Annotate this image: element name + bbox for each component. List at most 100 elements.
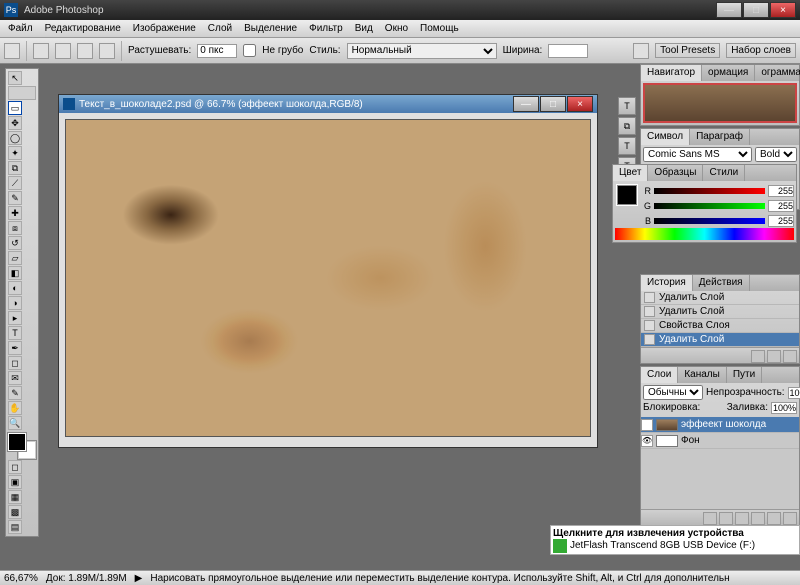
new-doc-icon[interactable]	[767, 350, 781, 363]
jump-icon[interactable]: ▤	[8, 520, 22, 534]
delete-layer-icon[interactable]	[783, 512, 797, 525]
tab-character[interactable]: Символ	[641, 129, 690, 145]
crop-tool-icon[interactable]: ⧉	[8, 161, 22, 175]
layer-item[interactable]: 👁 эффеект шоколда	[641, 417, 799, 433]
minimize-button[interactable]: —	[716, 2, 742, 18]
quickmask-icon[interactable]: ◻	[8, 460, 22, 474]
history-item[interactable]: Удалить Слой	[641, 333, 799, 347]
feather-input[interactable]	[197, 44, 237, 58]
hand-tool-icon[interactable]: ✋	[8, 401, 22, 415]
r-slider[interactable]	[654, 188, 765, 194]
tool-preset-icon[interactable]	[4, 43, 20, 59]
history-item[interactable]: Свойства Слоя	[641, 319, 799, 333]
tab-layers[interactable]: Слои	[641, 367, 678, 383]
menu-help[interactable]: Помощь	[414, 21, 465, 36]
layer-thumbnail[interactable]	[656, 435, 678, 447]
pen-tool-icon[interactable]: ✒	[8, 341, 22, 355]
history-item[interactable]: Удалить Слой	[641, 305, 799, 319]
tab-color[interactable]: Цвет	[613, 165, 648, 181]
zoom-value[interactable]: 66,67%	[4, 573, 38, 584]
sel-add-icon[interactable]	[55, 43, 71, 59]
menu-layer[interactable]: Слой	[202, 21, 238, 36]
menu-window[interactable]: Окно	[379, 21, 414, 36]
shape-tool-icon[interactable]: ◻	[8, 356, 22, 370]
style-select[interactable]: Нормальный	[347, 43, 497, 59]
sel-new-icon[interactable]	[33, 43, 49, 59]
doc-maximize-button[interactable]: □	[540, 96, 566, 112]
menu-file[interactable]: Файл	[2, 21, 39, 36]
tab-layer-set[interactable]: Набор слоев	[726, 43, 796, 58]
stamp-tool-icon[interactable]: ⧈	[8, 221, 22, 235]
tab-swatches[interactable]: Образцы	[648, 165, 703, 181]
r-input[interactable]	[768, 185, 794, 197]
width-input[interactable]	[548, 44, 588, 58]
b-slider[interactable]	[654, 218, 765, 224]
color-swatch-icon[interactable]	[617, 185, 637, 205]
tab-actions[interactable]: Действия	[693, 275, 750, 291]
tab-paragraph[interactable]: Параграф	[690, 129, 750, 145]
type-icon[interactable]: T	[618, 97, 636, 115]
lock-position-icon[interactable]	[715, 402, 724, 413]
slice-tool-icon[interactable]: ⟋	[8, 176, 22, 190]
screenmode3-icon[interactable]: ▩	[8, 505, 22, 519]
sel-int-icon[interactable]	[99, 43, 115, 59]
menu-select[interactable]: Выделение	[238, 21, 303, 36]
tab-histogram[interactable]: ограмма	[755, 65, 800, 81]
trash-icon[interactable]	[783, 350, 797, 363]
doc-close-button[interactable]: ×	[567, 96, 593, 112]
g-input[interactable]	[768, 200, 794, 212]
sel-sub-icon[interactable]	[77, 43, 93, 59]
wand-tool-icon[interactable]: ✦	[8, 146, 22, 160]
lasso-tool-icon[interactable]: ◯	[8, 131, 22, 145]
menu-edit[interactable]: Редактирование	[39, 21, 127, 36]
color-swatches[interactable]	[8, 433, 36, 459]
marquee-tool-icon[interactable]: ▭	[8, 101, 22, 115]
lock-pixels-icon[interactable]	[703, 402, 712, 413]
opacity-input[interactable]	[788, 387, 800, 399]
new-set-icon[interactable]	[735, 512, 749, 525]
tab-styles[interactable]: Стили	[703, 165, 745, 181]
tab-info[interactable]: ормация	[702, 65, 755, 81]
notes-tool-icon[interactable]: ✉	[8, 371, 22, 385]
history-item[interactable]: Удалить Слой	[641, 291, 799, 305]
menu-filter[interactable]: Фильтр	[303, 21, 349, 36]
maximize-button[interactable]: □	[743, 2, 769, 18]
system-tray-notification[interactable]: Щелкните для извлечения устройства JetFl…	[550, 525, 800, 555]
type-tool-icon[interactable]: T	[8, 326, 22, 340]
path-tool-icon[interactable]: ▸	[8, 311, 22, 325]
tab-paths[interactable]: Пути	[727, 367, 762, 383]
foreground-color-icon[interactable]	[8, 433, 26, 451]
metrics-icon[interactable]: ⧉	[618, 117, 636, 135]
dodge-tool-icon[interactable]: ◑	[8, 296, 22, 310]
layer-thumbnail[interactable]	[656, 419, 678, 431]
layer-mask-icon[interactable]	[719, 512, 733, 525]
new-snapshot-icon[interactable]	[751, 350, 765, 363]
move-tool-icon[interactable]: ↖	[8, 71, 22, 85]
gradient-tool-icon[interactable]: ◧	[8, 266, 22, 280]
blur-tool-icon[interactable]: ◐	[8, 281, 22, 295]
history-brush-icon[interactable]: ↺	[8, 236, 22, 250]
b-input[interactable]	[768, 215, 794, 227]
new-layer-icon[interactable]	[767, 512, 781, 525]
heal-tool-icon[interactable]: ✚	[8, 206, 22, 220]
canvas[interactable]	[65, 119, 591, 437]
menu-view[interactable]: Вид	[349, 21, 379, 36]
tab-channels[interactable]: Каналы	[678, 367, 727, 383]
layer-style-icon[interactable]	[703, 512, 717, 525]
screenmode2-icon[interactable]: ▦	[8, 490, 22, 504]
move-tool2-icon[interactable]: ✥	[8, 116, 22, 130]
color-spectrum[interactable]	[615, 228, 794, 240]
adjustment-layer-icon[interactable]	[751, 512, 765, 525]
fill-input[interactable]	[771, 402, 797, 414]
eyedropper-tool-icon[interactable]: ✎	[8, 386, 22, 400]
close-button[interactable]: ×	[770, 2, 796, 18]
zoom-tool-icon[interactable]: 🔍	[8, 416, 22, 430]
visibility-toggle-icon[interactable]: 👁	[641, 419, 653, 431]
navigator-thumbnail[interactable]	[643, 83, 797, 123]
brush-icon[interactable]	[633, 43, 649, 59]
type2-icon[interactable]: T	[618, 137, 636, 155]
status-arrow-icon[interactable]: ▶	[135, 573, 143, 584]
menu-image[interactable]: Изображение	[127, 21, 202, 36]
font-style-select[interactable]: Bold	[755, 147, 797, 162]
brush-tool-icon[interactable]: ✎	[8, 191, 22, 205]
